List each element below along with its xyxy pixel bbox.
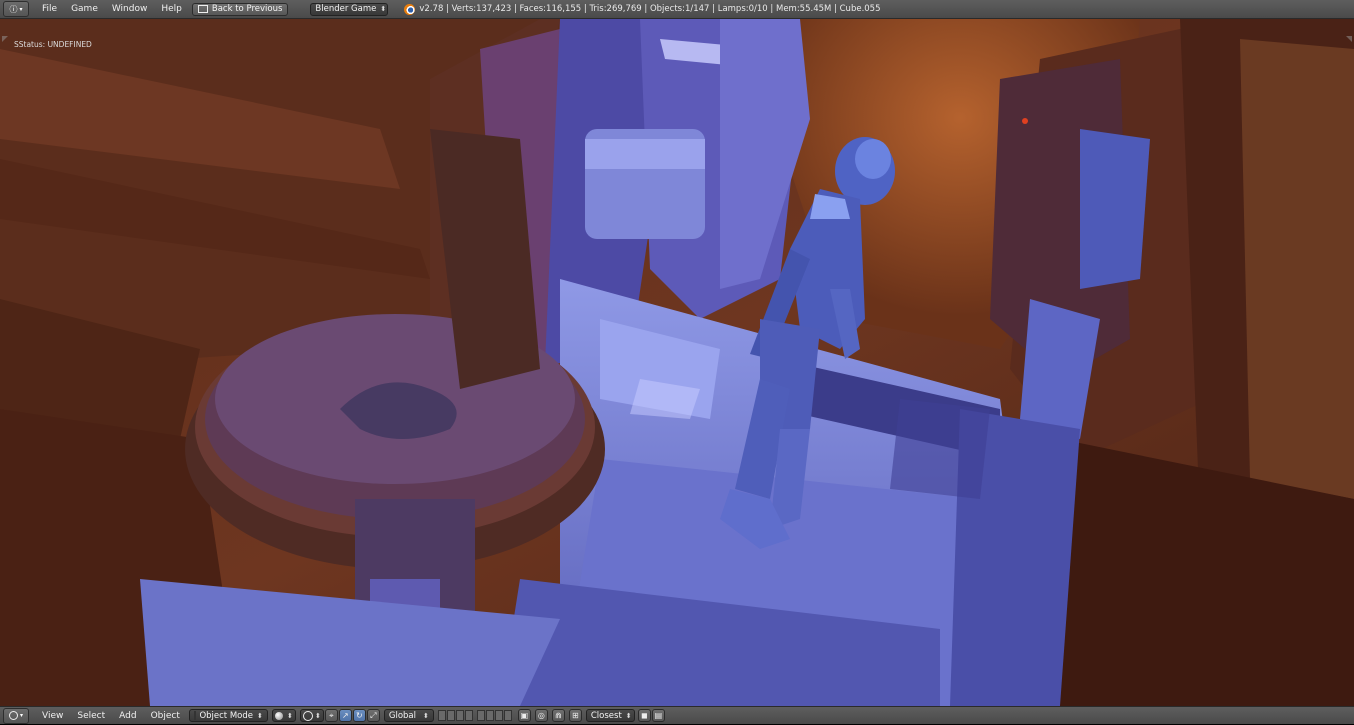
manipulator-toggle-button[interactable]: ⌖ bbox=[324, 709, 338, 722]
rotate-icon: ↻ bbox=[356, 711, 363, 720]
scale-icon: ⤢ bbox=[370, 710, 377, 720]
camera-icon: ◼ bbox=[641, 711, 648, 720]
layer-button[interactable] bbox=[494, 710, 503, 721]
back-to-previous-button[interactable]: Back to Previous bbox=[191, 2, 289, 16]
snap-target-dropdown[interactable]: Closest ⬍ bbox=[585, 709, 635, 722]
editor-type-button[interactable]: ⓘ ▾ bbox=[3, 1, 29, 17]
interaction-mode-dropdown[interactable]: Object Mode ⬍ bbox=[188, 709, 268, 722]
circle-icon: ◎ bbox=[537, 711, 545, 720]
layer-button[interactable] bbox=[437, 710, 446, 721]
viewport-shading-dropdown[interactable]: ⬍ bbox=[271, 709, 296, 722]
menu-view[interactable]: View bbox=[35, 707, 70, 725]
translate-manipulator-button[interactable]: ↗ bbox=[338, 709, 352, 722]
render-engine-label: Blender Game bbox=[315, 4, 377, 14]
menu-add[interactable]: Add bbox=[112, 707, 143, 725]
snap-toggle-button[interactable]: ⋒ bbox=[551, 709, 565, 722]
opengl-render-animation-button[interactable]: ▤ bbox=[651, 709, 665, 722]
scene-stats: v2.78 | Verts:137,423 | Faces:116,155 | … bbox=[419, 4, 881, 14]
menu-window[interactable]: Window bbox=[105, 0, 155, 18]
updown-arrows-icon: ⬍ bbox=[287, 711, 293, 720]
chevron-down-icon: ▾ bbox=[19, 712, 23, 719]
shading-sphere-icon bbox=[274, 711, 283, 720]
arrow-icon: ↗ bbox=[342, 711, 349, 720]
transform-orientation-label: Global bbox=[388, 710, 416, 721]
editor-type-button-3d[interactable]: ▾ bbox=[3, 707, 29, 724]
updown-arrows-icon: ⬍ bbox=[380, 5, 387, 13]
transform-orientation-dropdown[interactable]: Global ⬍ bbox=[383, 709, 434, 722]
lock-icon: ▣ bbox=[520, 711, 529, 720]
layer-button[interactable] bbox=[464, 710, 473, 721]
snap-grid-icon: ⊞ bbox=[572, 711, 579, 720]
screen-icon bbox=[197, 5, 208, 13]
chevron-down-icon: ▾ bbox=[19, 5, 23, 13]
area-corner-left-icon[interactable] bbox=[2, 36, 8, 42]
magnet-icon: ⋒ bbox=[555, 711, 562, 720]
pivot-icon bbox=[302, 710, 313, 721]
rotate-manipulator-button[interactable]: ↻ bbox=[352, 709, 366, 722]
blender-logo-icon bbox=[404, 3, 416, 15]
lock-layers-button[interactable]: ▣ bbox=[517, 709, 531, 722]
layers-group-2[interactable] bbox=[476, 710, 512, 721]
layer-button[interactable] bbox=[446, 710, 455, 721]
layers-group-1[interactable] bbox=[437, 710, 473, 721]
opengl-render-button[interactable]: ◼ bbox=[637, 709, 651, 722]
info-icon: ⓘ bbox=[9, 4, 18, 14]
updown-arrows-icon: ⬍ bbox=[423, 711, 429, 720]
viewport-status-text: SStatus: UNDEFINED bbox=[14, 40, 92, 49]
menu-file[interactable]: File bbox=[35, 0, 64, 18]
3d-view-icon bbox=[8, 711, 18, 720]
scene-render bbox=[0, 19, 1354, 706]
layer-button[interactable] bbox=[455, 710, 464, 721]
layer-button[interactable] bbox=[476, 710, 485, 721]
menu-game[interactable]: Game bbox=[64, 0, 105, 18]
back-to-previous-label: Back to Previous bbox=[211, 4, 283, 14]
proportional-edit-button[interactable]: ◎ bbox=[534, 709, 548, 722]
cube-icon bbox=[193, 711, 197, 720]
manipulator-icon: ⌖ bbox=[329, 710, 334, 720]
render-engine-dropdown[interactable]: Blender Game ⬍ bbox=[310, 2, 389, 16]
info-header: ⓘ ▾ File Game Window Help Back to Previou… bbox=[0, 0, 1354, 19]
pivot-point-dropdown[interactable]: ⬍ bbox=[299, 709, 324, 722]
interaction-mode-label: Object Mode bbox=[199, 710, 253, 721]
updown-arrows-icon: ⬍ bbox=[257, 711, 263, 720]
3d-view-header: ▾ View Select Add Object Object Mode ⬍ ⬍… bbox=[0, 706, 1354, 724]
menu-object[interactable]: Object bbox=[144, 707, 187, 725]
updown-arrows-icon: ⬍ bbox=[315, 711, 321, 720]
layer-button[interactable] bbox=[485, 710, 494, 721]
3d-viewport[interactable]: SStatus: UNDEFINED bbox=[0, 19, 1354, 706]
menu-help[interactable]: Help bbox=[154, 0, 189, 18]
snap-target-label: Closest bbox=[590, 710, 622, 721]
menu-select[interactable]: Select bbox=[70, 707, 112, 725]
updown-arrows-icon: ⬍ bbox=[625, 711, 632, 720]
area-corner-right-icon[interactable] bbox=[1346, 36, 1352, 42]
snap-element-button[interactable]: ⊞ bbox=[568, 709, 582, 722]
layer-button[interactable] bbox=[503, 710, 512, 721]
clapper-icon: ▤ bbox=[654, 711, 663, 720]
scale-manipulator-button[interactable]: ⤢ bbox=[366, 709, 380, 722]
